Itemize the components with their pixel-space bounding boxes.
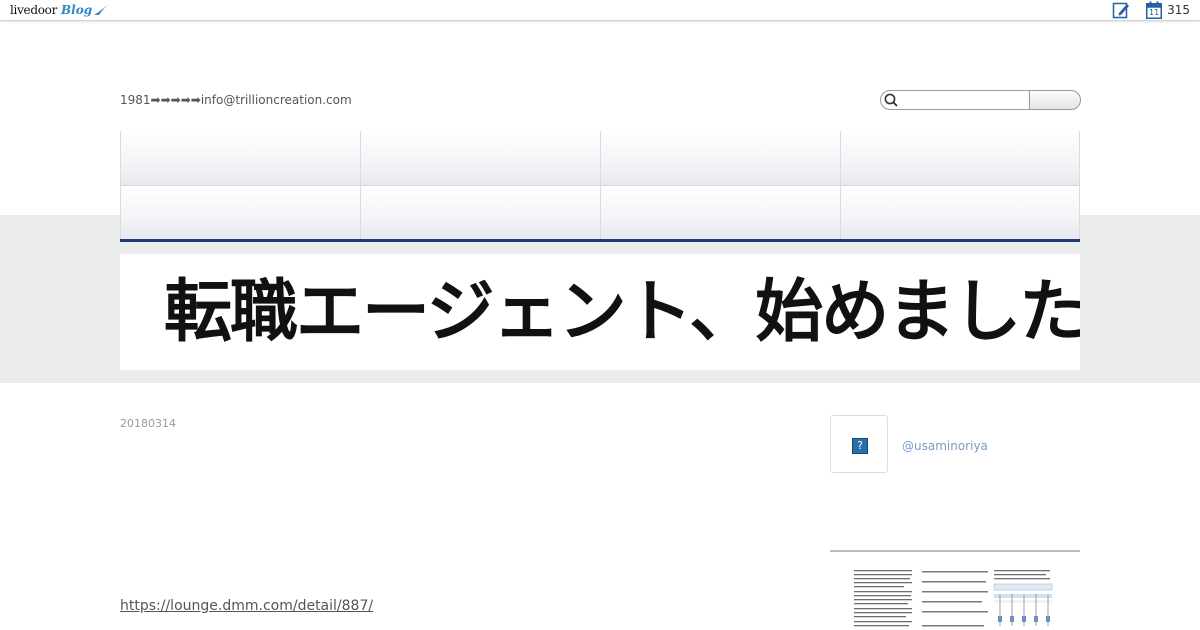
calendar-day: 11 xyxy=(1149,8,1160,17)
nav-item[interactable] xyxy=(840,131,1080,185)
search-form xyxy=(880,90,1081,110)
post-link[interactable]: https://lounge.dmm.com/detail/887/ xyxy=(120,598,373,614)
nav-item[interactable] xyxy=(120,131,360,185)
edit-icon[interactable] xyxy=(1112,1,1130,19)
profile-name-link[interactable]: @usaminoriya xyxy=(902,439,988,453)
logo-blog-text: Blog xyxy=(61,3,93,17)
search-input[interactable] xyxy=(880,90,1030,110)
nav-item[interactable] xyxy=(840,185,1080,239)
broken-image-icon: ? xyxy=(852,438,868,454)
header-banner[interactable]: 転職エージェント、始めました xyxy=(120,254,1080,370)
swoosh-icon xyxy=(94,5,109,15)
nav-item[interactable] xyxy=(120,185,360,239)
post-date: 20180314 xyxy=(120,417,176,430)
livedoor-blog-logo[interactable]: livedoor Blog xyxy=(10,2,109,18)
livedoor-topbar: livedoor Blog 11 315 xyxy=(0,0,1200,21)
nav-item[interactable] xyxy=(600,131,840,185)
nav-item[interactable] xyxy=(360,185,600,239)
category-nav xyxy=(120,131,1080,242)
calendar-button[interactable]: 11 xyxy=(1146,1,1163,19)
topbar-actions: 11 315 xyxy=(1112,1,1190,19)
visitor-count: 315 xyxy=(1167,3,1190,17)
nav-item[interactable] xyxy=(360,131,600,185)
nav-item[interactable] xyxy=(600,185,840,239)
profile-avatar[interactable]: ? xyxy=(830,415,888,473)
search-button[interactable] xyxy=(1029,90,1081,110)
banner-title: 転職エージェント、始めました xyxy=(164,272,1080,352)
sidebar-divider xyxy=(830,550,1080,552)
search-icon xyxy=(884,93,898,107)
blog-tagline: 1981➡➡➡➡➡info@trillioncreation.com xyxy=(120,93,352,107)
logo-livedoor-text: livedoor xyxy=(10,3,58,17)
article-thumbnail[interactable] xyxy=(852,568,1054,630)
